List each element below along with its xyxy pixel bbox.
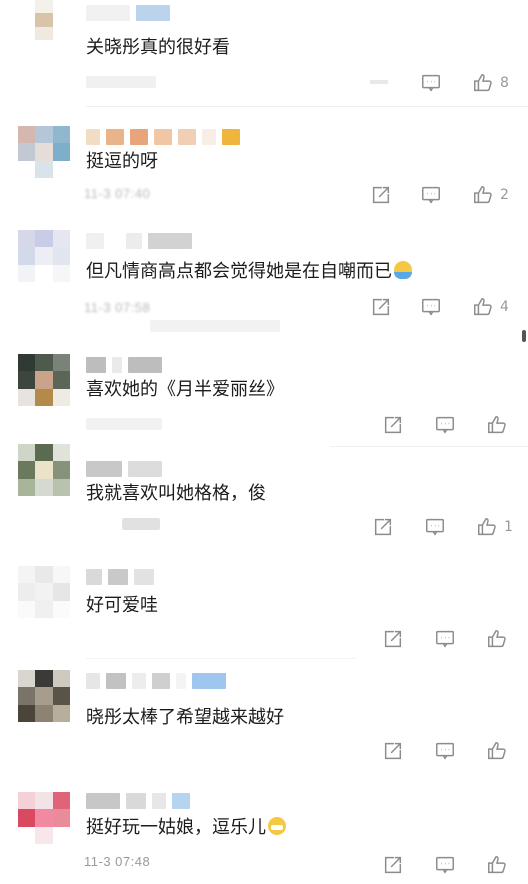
like-count: 2 (500, 187, 509, 203)
like-button[interactable] (486, 740, 508, 762)
comment-timestamp: 11-3 07:40 (84, 186, 151, 201)
reply-button[interactable] (434, 740, 456, 762)
username-blurred[interactable] (86, 568, 154, 586)
username-blurred[interactable] (86, 128, 240, 146)
reply-button[interactable] (434, 628, 456, 650)
share-icon (384, 856, 402, 874)
comment-text: 但凡情商高点都会觉得她是在自嘲而已 (86, 260, 412, 284)
comment-text: 我就喜欢叫她格格，俊 (86, 483, 266, 504)
comment-text: 挺好玩一姑娘，逗乐儿 (86, 816, 286, 840)
comment-actions: 4 (370, 296, 520, 320)
thumbs-up-icon (488, 742, 506, 760)
avatar[interactable] (18, 354, 70, 406)
comment-actions: 1 (372, 516, 522, 540)
share-icon (372, 186, 390, 204)
avatar[interactable] (18, 792, 70, 844)
comment-timestamp: 11-3 07:58 (84, 300, 151, 315)
comment-icon (426, 518, 444, 536)
avatar[interactable] (18, 0, 70, 40)
share-button[interactable] (382, 628, 404, 650)
thumbs-up-icon (474, 298, 492, 316)
avatar[interactable] (18, 230, 70, 282)
avatar[interactable] (18, 126, 70, 178)
share-button[interactable] (370, 184, 392, 206)
reply-button[interactable] (424, 516, 446, 538)
comment-actions (382, 740, 522, 764)
comment-icon (436, 416, 454, 434)
like-button[interactable] (486, 854, 508, 876)
like-button[interactable]: 8 (472, 72, 509, 94)
scrollbar-thumb[interactable] (522, 330, 526, 342)
share-button[interactable] (382, 854, 404, 876)
like-button[interactable]: 4 (472, 296, 509, 318)
grinning-emoji (268, 817, 286, 835)
comment-icon (422, 74, 440, 92)
comment-actions (382, 414, 522, 438)
share-button[interactable] (372, 516, 394, 538)
share-button[interactable] (382, 414, 404, 436)
reply-button[interactable] (420, 184, 442, 206)
like-button[interactable] (486, 414, 508, 436)
like-count: 4 (500, 299, 509, 315)
reply-button[interactable] (420, 296, 442, 318)
username-blurred[interactable] (86, 792, 190, 810)
username-blurred[interactable] (86, 460, 162, 478)
avatar[interactable] (18, 566, 70, 618)
thumbs-up-icon (488, 630, 506, 648)
reply-button[interactable] (434, 854, 456, 876)
comment-text: 喜欢她的《月半爱丽丝》 (86, 379, 284, 400)
comment-actions: 2 (370, 184, 520, 208)
comment-text: 关晓彤真的很好看 (86, 37, 230, 58)
reply-button[interactable] (420, 72, 442, 94)
comment-icon (436, 742, 454, 760)
share-icon (372, 298, 390, 316)
thumbs-up-icon (488, 856, 506, 874)
thumbs-up-icon (478, 518, 496, 536)
comment-text: 好可爱哇 (86, 595, 158, 616)
share-icon (384, 742, 402, 760)
comment-actions (382, 854, 522, 878)
avatar[interactable] (18, 670, 70, 722)
share-button[interactable] (370, 296, 392, 318)
comment-icon (436, 630, 454, 648)
like-button[interactable]: 2 (472, 184, 509, 206)
comment-actions (382, 628, 522, 652)
username-blurred[interactable] (86, 672, 226, 690)
like-button[interactable]: 1 (476, 516, 513, 538)
username-blurred[interactable] (86, 356, 162, 374)
comment-icon (422, 186, 440, 204)
thumbs-up-icon (488, 416, 506, 434)
username-blurred[interactable] (86, 4, 170, 22)
comment-actions: 8 (370, 72, 520, 96)
share-button[interactable] (382, 740, 404, 762)
like-count: 8 (500, 75, 509, 91)
comment-text-content: 但凡情商高点都会觉得她是在自嘲而已 (86, 261, 392, 282)
laughing-emoji (394, 261, 412, 279)
avatar[interactable] (18, 444, 70, 496)
comment-icon (436, 856, 454, 874)
comment-text-content: 挺好玩一姑娘，逗乐儿 (86, 817, 266, 838)
username-blurred[interactable] (86, 232, 192, 250)
thumbs-up-icon (474, 74, 492, 92)
comment-timestamp: 11-3 07:48 (84, 854, 151, 869)
comment-icon (422, 298, 440, 316)
share-icon (374, 518, 392, 536)
reply-button[interactable] (434, 414, 456, 436)
comment-text: 挺逗的呀 (86, 151, 158, 172)
like-button[interactable] (486, 628, 508, 650)
share-icon (384, 416, 402, 434)
comment-text: 晓彤太棒了希望越来越好 (86, 707, 284, 728)
share-icon (384, 630, 402, 648)
like-count: 1 (504, 519, 513, 535)
thumbs-up-icon (474, 186, 492, 204)
